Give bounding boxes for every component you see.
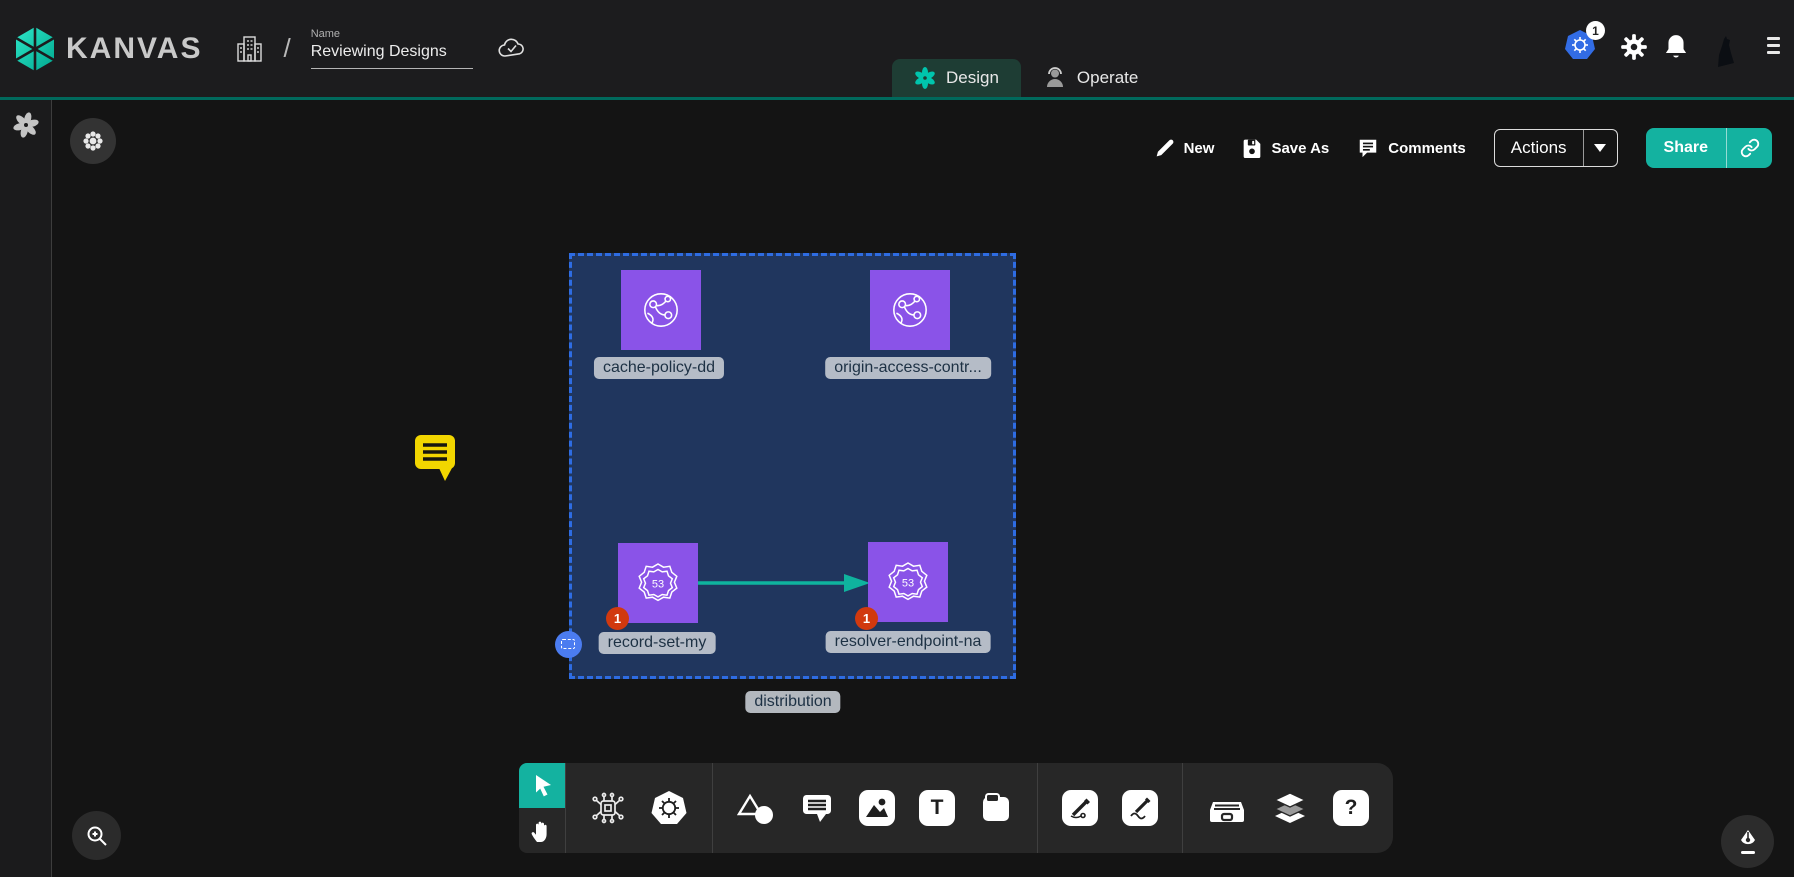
operate-person-icon: [1043, 66, 1067, 90]
image-tool-icon[interactable]: [859, 790, 895, 826]
comments-label: Comments: [1388, 140, 1466, 157]
canvas-comment-marker[interactable]: [413, 433, 459, 483]
cloud-saved-icon: [497, 37, 527, 61]
toolbar-group-annotations: T: [712, 763, 1037, 853]
kanvas-app: KANVAS / Name: [0, 0, 1794, 877]
yellow-comment-icon: [413, 433, 459, 483]
comment-tool-icon[interactable]: [799, 790, 835, 826]
flower-widget-icon: [82, 130, 104, 152]
cloudfront-globe-icon: [637, 286, 685, 334]
app-header: KANVAS / Name: [0, 0, 1794, 100]
new-button[interactable]: New: [1155, 138, 1215, 158]
status-badge[interactable]: 1: [606, 607, 629, 630]
edge-pen-tool-icon[interactable]: [1062, 790, 1098, 826]
settings-button[interactable]: [1620, 33, 1648, 61]
help-tool-icon[interactable]: ?: [1333, 790, 1369, 826]
name-field-label: Name: [311, 28, 473, 40]
node-label[interactable]: resolver-endpoint-na: [826, 631, 991, 653]
chevron-down-icon: [1594, 144, 1606, 152]
kubernetes-count-badge: 1: [1586, 21, 1605, 40]
pen-nib-icon: [1736, 828, 1760, 856]
kanvas-hexagon-icon: [14, 26, 56, 72]
svg-text:53: 53: [902, 578, 914, 590]
kubernetes-context-button[interactable]: 1: [1564, 29, 1596, 63]
gear-icon: [1620, 33, 1648, 61]
toolbar-group-integrations: [565, 763, 712, 853]
pen-mode-button[interactable]: [1721, 815, 1774, 868]
share-label: Share: [1646, 139, 1726, 157]
components-chip-icon[interactable]: [590, 790, 626, 826]
bell-icon: [1663, 33, 1689, 61]
group-label[interactable]: distribution: [745, 691, 840, 713]
user-avatar[interactable]: [1702, 23, 1749, 70]
comment-bubble-icon: [1357, 137, 1379, 159]
share-button[interactable]: Share: [1646, 128, 1772, 168]
edge-record-set-to-resolver[interactable]: [698, 570, 874, 596]
save-as-label: Save As: [1271, 140, 1329, 157]
organization-icon[interactable]: [236, 34, 263, 63]
avatar-silhouette: [1710, 33, 1742, 69]
route53-shield-icon: 53: [633, 558, 683, 608]
left-sidebar: [0, 100, 52, 877]
node-origin-access-control[interactable]: [870, 270, 950, 350]
comments-button[interactable]: Comments: [1357, 137, 1466, 159]
mode-tabs: Design Operate: [892, 59, 1160, 97]
zoom-in-button[interactable]: [72, 811, 121, 860]
notifications-button[interactable]: [1663, 33, 1689, 61]
magnifier-plus-icon: [85, 824, 109, 848]
kubernetes-tool-icon[interactable]: [650, 789, 688, 827]
tab-design-label: Design: [946, 68, 999, 88]
tab-operate[interactable]: Operate: [1021, 59, 1160, 97]
design-name-field: Name: [311, 28, 473, 69]
drawer-tool-icon[interactable]: [1207, 790, 1247, 826]
floppy-icon: [1242, 138, 1262, 158]
design-spiral-icon: [914, 67, 936, 89]
toolbar-group-drawing: [1037, 763, 1182, 853]
layers-tool-icon[interactable]: [1271, 790, 1309, 826]
cursor-arrow-icon: [530, 773, 554, 799]
canvas-action-bar: New Save As Comments Actions: [1155, 128, 1772, 168]
tab-design[interactable]: Design: [892, 59, 1021, 97]
sketch-pencil-tool-icon[interactable]: [1122, 790, 1158, 826]
link-icon: [1740, 138, 1760, 158]
breadcrumb-separator: /: [283, 33, 290, 64]
frame-tool-icon[interactable]: [979, 791, 1013, 825]
actions-label: Actions: [1495, 138, 1583, 158]
node-record-set[interactable]: 53: [618, 543, 698, 623]
node-resolver-endpoint[interactable]: 53: [868, 542, 948, 622]
node-label[interactable]: record-set-my: [599, 632, 716, 654]
app-title: KANVAS: [66, 32, 202, 66]
text-tool-icon[interactable]: T: [919, 790, 955, 826]
cloudfront-globe-icon: [886, 286, 934, 334]
shapes-tool-icon[interactable]: [737, 790, 775, 826]
svg-text:53: 53: [652, 579, 664, 591]
tools-dock: T: [519, 763, 1393, 853]
copy-link-button[interactable]: [1726, 128, 1772, 168]
kanvas-logo[interactable]: KANVAS: [14, 26, 202, 72]
hand-icon: [530, 818, 554, 844]
actions-caret-button[interactable]: [1583, 130, 1617, 166]
status-badge[interactable]: 1: [855, 607, 878, 630]
new-label: New: [1184, 140, 1215, 157]
toolbar-group-panels: ?: [1182, 763, 1393, 853]
tab-operate-label: Operate: [1077, 68, 1138, 88]
actions-dropdown[interactable]: Actions: [1494, 129, 1618, 167]
pencil-icon: [1155, 138, 1175, 158]
canvas-widgets-button[interactable]: [70, 118, 116, 164]
node-label[interactable]: origin-access-contr...: [825, 357, 991, 379]
node-label[interactable]: cache-policy-dd: [594, 357, 724, 379]
pan-tool-button[interactable]: [519, 808, 565, 853]
meshery-spiral-icon[interactable]: [13, 112, 39, 138]
dashed-rect-icon: [561, 639, 575, 649]
save-as-button[interactable]: Save As: [1242, 138, 1329, 158]
node-cache-policy[interactable]: [621, 270, 701, 350]
menu-icon[interactable]: [1767, 37, 1781, 58]
route53-shield-icon: 53: [883, 557, 933, 607]
select-tool-button[interactable]: [519, 763, 565, 808]
group-resize-handle[interactable]: [555, 631, 582, 658]
design-name-input[interactable]: [311, 43, 473, 69]
